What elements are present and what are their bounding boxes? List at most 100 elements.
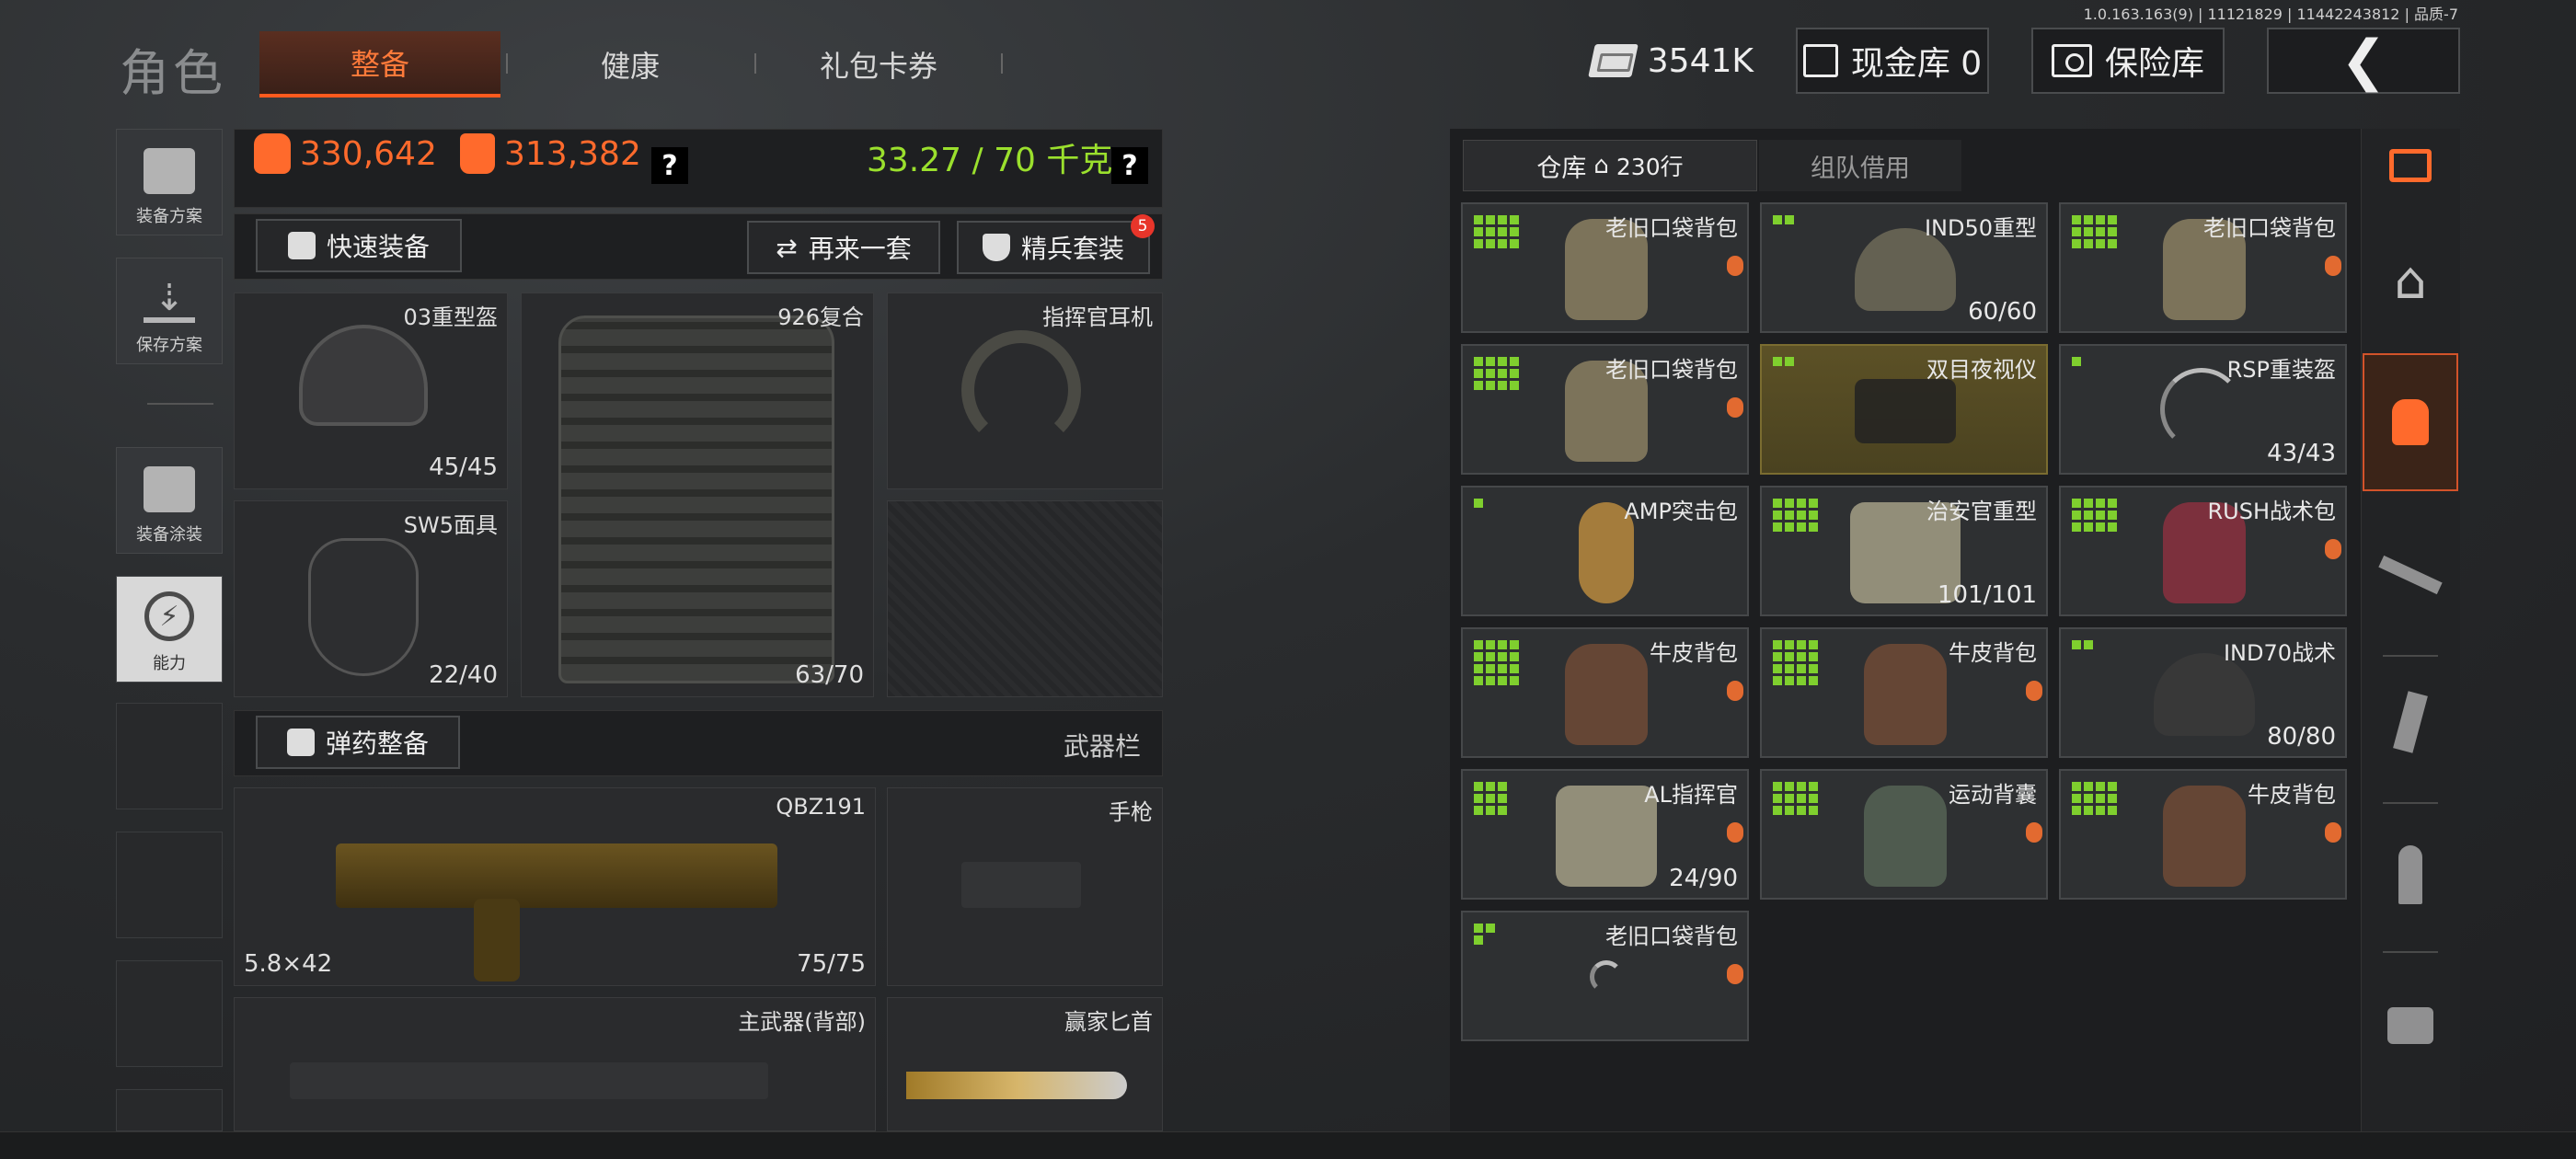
- help-icon[interactable]: ?: [651, 147, 688, 184]
- owner-tag-icon: [1727, 822, 1743, 843]
- inventory-item[interactable]: 运动背囊: [1760, 769, 2048, 900]
- ability-button[interactable]: ⚡ 能力: [116, 576, 223, 683]
- item-name: RUSH战术包: [2207, 499, 2336, 524]
- category-magazine[interactable]: [2363, 653, 2458, 791]
- back-button[interactable]: ❮: [2267, 28, 2460, 94]
- item-name: 牛皮背包: [1650, 640, 1738, 666]
- home-icon: ⌂: [1593, 152, 1609, 179]
- empty-slot[interactable]: [116, 832, 223, 938]
- category-home[interactable]: ⌂: [2363, 212, 2458, 350]
- ammo-button[interactable]: 弹药整备: [256, 716, 460, 769]
- item-name: 治安官重型: [1926, 499, 2037, 524]
- sort-icon[interactable]: [2363, 129, 2458, 202]
- helmet-slot[interactable]: 03重型盔 45/45: [234, 293, 508, 489]
- inventory-item[interactable]: AMP突击包: [1461, 486, 1749, 616]
- empty-equip-slot[interactable]: [887, 500, 1163, 697]
- backpack-icon: [2392, 399, 2429, 445]
- magazine-image: [474, 899, 520, 981]
- inventory-item[interactable]: 牛皮背包: [1760, 627, 2048, 758]
- inventory-item[interactable]: IND70战术 80/80: [2059, 627, 2347, 758]
- grid-size-icon: [2072, 782, 2117, 815]
- cash-vault-button[interactable]: 现金库 0: [1796, 28, 1989, 94]
- divider: [147, 403, 213, 405]
- helmet-image: [299, 325, 428, 426]
- again-button[interactable]: ⇄ 再来一套: [747, 221, 940, 274]
- mask-slot[interactable]: SW5面具 22/40: [234, 500, 508, 697]
- armor-slot[interactable]: 926复合 63/70: [521, 293, 874, 697]
- inventory-item[interactable]: AL指挥官 24/90: [1461, 769, 1749, 900]
- mask-image: [308, 538, 419, 676]
- inventory-item[interactable]: RSP重装盔 43/43: [2059, 344, 2347, 475]
- inventory-item[interactable]: 老旧口袋背包: [2059, 202, 2347, 333]
- primary-weapon-name: QBZ191: [776, 794, 866, 820]
- primary-weapon-durability: 75/75: [797, 950, 866, 978]
- nvg-image: [1855, 379, 1956, 443]
- inventory-item[interactable]: 老旧口袋背包: [1461, 202, 1749, 333]
- inventory-item[interactable]: IND50重型 60/60: [1760, 202, 2048, 333]
- tab-equip[interactable]: 整备: [259, 31, 500, 98]
- category-rifle[interactable]: [2363, 506, 2458, 644]
- inventory-item[interactable]: 牛皮背包: [1461, 627, 1749, 758]
- owner-tag-icon: [2325, 256, 2341, 276]
- save-plan-label: 保存方案: [136, 336, 202, 355]
- tab-health[interactable]: 健康: [510, 31, 751, 98]
- inventory-item[interactable]: 老旧口袋背包: [1461, 911, 1749, 1041]
- armor-value: 313,382: [460, 133, 641, 174]
- download-icon: ⇣: [144, 277, 195, 323]
- vest-icon: [460, 133, 495, 174]
- headset-slot[interactable]: 指挥官耳机: [887, 293, 1163, 489]
- quick-equip-button[interactable]: 快速装备: [256, 219, 462, 272]
- help-icon[interactable]: ?: [1111, 147, 1148, 184]
- empty-slot[interactable]: [116, 1089, 223, 1131]
- grid-size-icon: [1474, 640, 1519, 685]
- empty-slot[interactable]: [116, 960, 223, 1067]
- headset-image: [961, 330, 1081, 450]
- grid-size-icon: [2072, 357, 2081, 366]
- inventory-item[interactable]: 双目夜视仪: [1760, 344, 2048, 475]
- tab-gift-coupons[interactable]: 礼包卡券: [758, 31, 999, 98]
- cash-vault-label: 现金库 0: [1850, 45, 1983, 83]
- category-sight[interactable]: [2363, 957, 2458, 1095]
- armor-image: [558, 316, 834, 683]
- inventory-item[interactable]: RUSH战术包: [2059, 486, 2347, 616]
- warehouse-rows: 230行: [1616, 154, 1684, 180]
- primary-weapon-slot[interactable]: QBZ191 5.8×42 75/75: [234, 787, 876, 986]
- elite-set-button[interactable]: 精兵套装: [957, 221, 1150, 274]
- category-backpack[interactable]: [2363, 353, 2458, 491]
- skin-button[interactable]: 装备涂装: [116, 447, 223, 554]
- save-plan-button[interactable]: ⇣ 保存方案: [116, 258, 223, 364]
- safe-button[interactable]: 保险库: [2031, 28, 2225, 94]
- knife-slot[interactable]: 赢家匕首: [887, 997, 1163, 1131]
- inventory-item[interactable]: 老旧口袋背包: [1461, 344, 1749, 475]
- owner-tag-icon: [1727, 681, 1743, 701]
- owner-tag-icon: [2325, 539, 2341, 559]
- category-ammo[interactable]: [2363, 806, 2458, 944]
- back-weapon-label: 主武器(背部): [738, 1009, 866, 1035]
- inventory-item[interactable]: 牛皮背包: [2059, 769, 2347, 900]
- inventory-item[interactable]: 治安官重型 101/101: [1760, 486, 2048, 616]
- backpack-icon: [254, 133, 291, 174]
- tab-warehouse[interactable]: 仓库 ⌂ 230行: [1463, 140, 1757, 191]
- item-name: AL指挥官: [1644, 782, 1738, 808]
- back-weapon-slot[interactable]: 主武器(背部): [234, 997, 876, 1131]
- tab-team-borrow[interactable]: 组队借用: [1759, 140, 1961, 191]
- weapon-bar-label: 武器栏: [1064, 731, 1142, 762]
- ammo-label: 弹药整备: [325, 729, 429, 759]
- empty-slot[interactable]: [116, 703, 223, 809]
- grid-size-icon: [2072, 215, 2117, 248]
- pistol-slot[interactable]: 手枪: [887, 787, 1163, 986]
- caliber-text: 5.8×42: [244, 950, 333, 978]
- sort-glyph: [2389, 149, 2432, 182]
- pistol-silhouette: [961, 862, 1081, 908]
- item-durability: 101/101: [1937, 581, 2037, 609]
- rail-divider: [2383, 802, 2438, 804]
- backpack-image: [2163, 786, 2246, 887]
- item-name: 老旧口袋背包: [1605, 924, 1738, 949]
- warehouse-label: 仓库: [1536, 154, 1587, 183]
- shield-icon: [982, 234, 1010, 261]
- item-durability: 60/60: [1968, 298, 2037, 326]
- vault-icon: [1802, 44, 1838, 77]
- mask-name: SW5面具: [403, 512, 498, 538]
- skin-label: 装备涂装: [136, 525, 202, 545]
- loadout-plan-button[interactable]: 装备方案: [116, 129, 223, 235]
